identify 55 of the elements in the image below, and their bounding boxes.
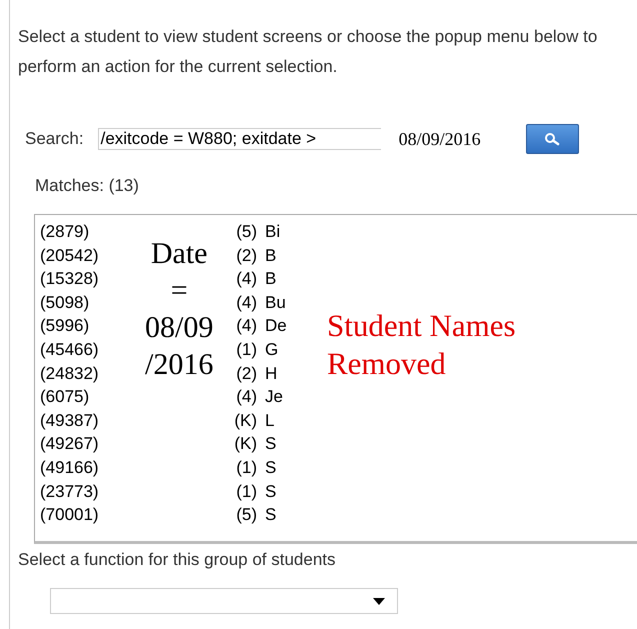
- date-annotation: 08/09: [145, 310, 214, 346]
- student-grade[interactable]: (2): [230, 244, 257, 268]
- student-name[interactable]: Bu: [265, 290, 286, 314]
- student-name[interactable]: Bi: [265, 220, 280, 244]
- student-name[interactable]: H: [265, 362, 278, 386]
- student-name[interactable]: S: [265, 456, 276, 480]
- student-grade[interactable]: (4): [230, 385, 257, 409]
- student-grade[interactable]: (5): [230, 503, 257, 527]
- student-grade[interactable]: (K): [230, 432, 257, 456]
- date-annotation: =: [170, 273, 189, 309]
- student-grade[interactable]: (2): [230, 362, 257, 386]
- student-name[interactable]: B: [265, 244, 276, 268]
- student-name[interactable]: L: [265, 408, 274, 432]
- student-id[interactable]: (5996): [40, 316, 90, 336]
- student-grade[interactable]: (K): [230, 408, 257, 432]
- student-id[interactable]: (24832): [40, 364, 99, 383]
- student-name[interactable]: S: [265, 480, 276, 504]
- student-name[interactable]: Je: [265, 385, 283, 409]
- matches-count: Matches: (13): [35, 176, 140, 196]
- student-name[interactable]: S: [265, 503, 276, 527]
- student-grade[interactable]: (4): [230, 314, 257, 338]
- student-id[interactable]: (5098): [40, 292, 90, 312]
- function-label: Select a function for this group of students: [18, 550, 337, 570]
- student-name[interactable]: De: [265, 314, 287, 338]
- caret-icon: [373, 598, 385, 604]
- search-label: Search:: [25, 129, 84, 149]
- student-id[interactable]: (15328): [40, 269, 99, 288]
- search-button[interactable]: [526, 124, 579, 154]
- student-id[interactable]: (49166): [40, 458, 99, 477]
- names-annotation: Removed: [327, 345, 447, 383]
- student-id[interactable]: (2879): [40, 222, 90, 241]
- student-id[interactable]: (70001): [40, 505, 99, 524]
- search-icon: [544, 132, 560, 146]
- student-grade[interactable]: (1): [230, 338, 257, 362]
- search-field[interactable]: /exitcode = W880; exitdate >: [98, 128, 381, 150]
- student-grade[interactable]: (4): [230, 290, 257, 314]
- student-grade[interactable]: (1): [230, 456, 257, 480]
- student-id[interactable]: (23773): [40, 482, 99, 501]
- names-annotation: Student Names: [327, 307, 516, 345]
- student-id[interactable]: (49387): [40, 410, 99, 430]
- student-id[interactable]: (6075): [40, 387, 90, 406]
- student-name[interactable]: B: [265, 267, 276, 291]
- student-grade[interactable]: (1): [230, 480, 257, 504]
- date-annotation: /2016: [145, 347, 214, 383]
- student-grade[interactable]: (4): [230, 267, 257, 291]
- student-name[interactable]: S: [265, 432, 276, 456]
- student-name[interactable]: G: [265, 338, 278, 362]
- instruction-text: Select a student to view student screens or choose the popup menu below to perform an action for the current selection.: [18, 26, 598, 78]
- student-grade[interactable]: (5): [230, 220, 257, 244]
- student-list[interactable]: [34, 214, 637, 544]
- date-annotation: Date: [150, 236, 208, 272]
- student-id[interactable]: (20542): [40, 246, 99, 265]
- student-id[interactable]: (45466): [40, 340, 99, 359]
- student-id[interactable]: (49267): [40, 434, 99, 454]
- date-note: 08/09/2016: [398, 128, 481, 150]
